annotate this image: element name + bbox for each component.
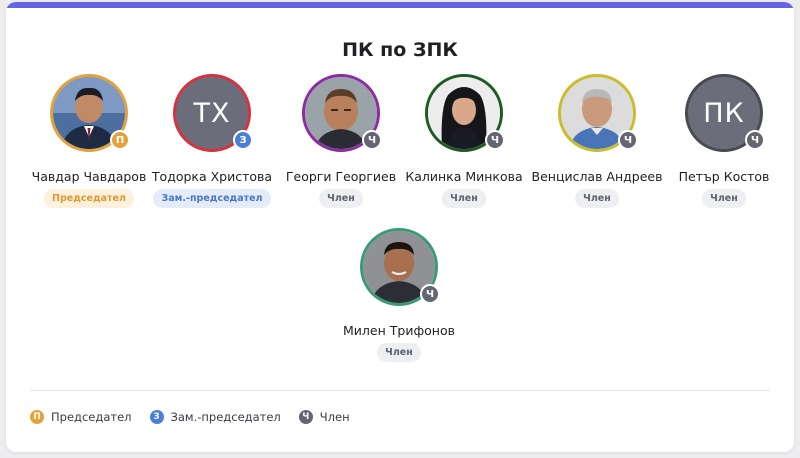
role-pill: Зам.-председател [153,189,271,208]
chair-badge-icon: П [30,410,44,424]
committee-card: ПК по ЗПК П Чавдар Чавдаров Председател … [6,2,794,452]
role-pill: Председател [44,189,134,208]
legend-item-deputy: З Зам.-председател [149,410,281,424]
role-pill: Член [377,343,421,362]
member-card[interactable]: Ч Георги Георгиев Член [271,74,411,208]
member-card[interactable]: ТХ З Тодорка Христова Зам.-председател [142,74,282,208]
member-card[interactable]: ПК Ч Петър Костов Член [654,74,794,208]
role-legend: П Председател З Зам.-председател Ч Член [30,410,368,424]
role-badge-member: Ч [485,130,505,150]
role-badge-member: Ч [420,284,440,304]
role-badge-deputy: З [233,130,253,150]
legend-label: Зам.-председател [170,410,281,424]
legend-divider [30,390,770,391]
member-badge-icon: Ч [298,410,313,424]
legend-item-member: Ч Член [298,410,350,424]
role-pill: Член [442,189,486,208]
avatar-wrap: ПК Ч [685,74,765,152]
member-card[interactable]: Ч Милен Трифонов Член [329,228,469,362]
avatar-wrap: Ч [360,228,440,306]
role-badge-member: Ч [618,130,638,150]
role-badge-chair: П [110,130,130,150]
role-badge-member: Ч [745,130,765,150]
avatar-wrap: Ч [302,74,382,152]
member-name[interactable]: Венцислав Андреев [532,169,663,184]
avatar-wrap: ТХ З [173,74,253,152]
member-name[interactable]: Милен Трифонов [343,323,455,338]
role-pill: Член [702,189,746,208]
member-name[interactable]: Георги Георгиев [286,169,396,184]
member-card[interactable]: Ч Калинка Минкова Член [394,74,534,208]
legend-label: Председател [51,410,132,424]
member-name[interactable]: Калинка Минкова [405,169,522,184]
legend-item-chair: П Председател [30,410,132,424]
avatar-wrap: П [50,74,130,152]
member-card[interactable]: Ч Венцислав Андреев Член [527,74,667,208]
avatar-wrap: Ч [558,74,638,152]
committee-title: ПК по ЗПК [342,39,458,61]
member-name[interactable]: Тодорка Христова [152,169,272,184]
member-card[interactable]: П Чавдар Чавдаров Председател [19,74,159,208]
deputy-badge-icon: З [149,410,164,424]
avatar-wrap: Ч [425,74,505,152]
role-badge-member: Ч [362,130,382,150]
legend-label: Член [319,410,350,424]
member-name[interactable]: Чавдар Чавдаров [32,169,147,184]
role-pill: Член [575,189,619,208]
member-name[interactable]: Петър Костов [679,169,770,184]
role-pill: Член [319,189,363,208]
accent-bar [6,2,794,8]
